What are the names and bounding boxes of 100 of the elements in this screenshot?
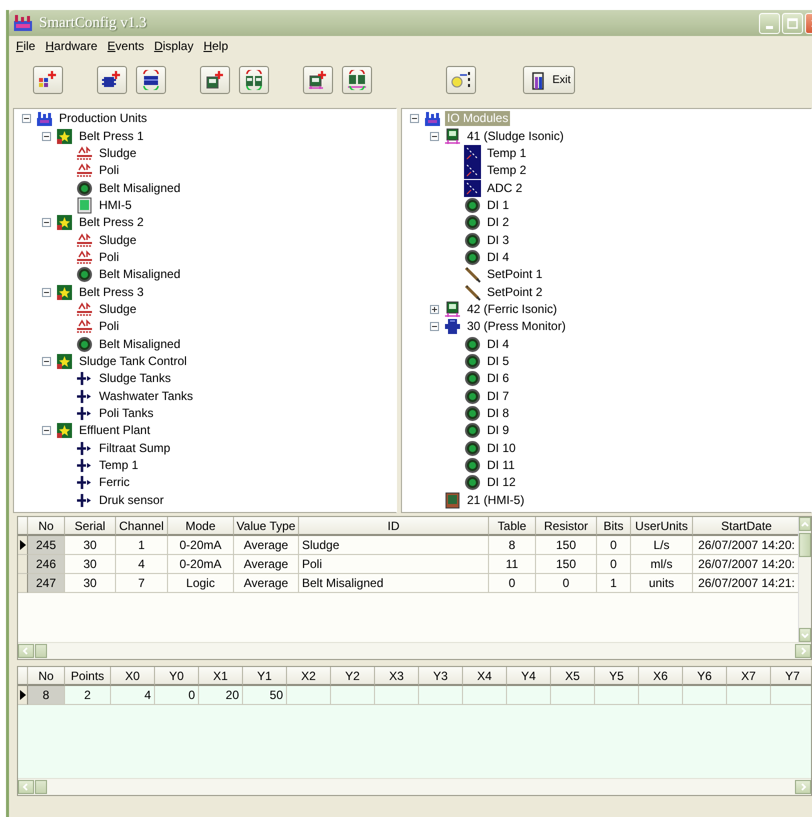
collapse-icon[interactable] — [42, 426, 51, 436]
tree-item[interactable]: Temp 2 — [485, 163, 528, 178]
add-hardware-button[interactable] — [97, 66, 127, 94]
tree-item[interactable]: DI 3 — [485, 232, 512, 248]
collapse-icon[interactable] — [42, 356, 51, 366]
tree-item[interactable]: Poli — [97, 319, 122, 334]
tree-item[interactable]: Sludge — [97, 232, 138, 248]
tree-item[interactable]: Druk sensor — [97, 492, 166, 508]
sync-module-button[interactable] — [342, 66, 372, 94]
column-header[interactable]: X1 — [199, 667, 243, 686]
tree-item[interactable]: Belt Press 3 — [77, 284, 146, 300]
collapse-icon[interactable] — [22, 114, 31, 124]
tree-item[interactable]: Washwater Tanks — [97, 388, 196, 404]
exit-button[interactable]: Exit — [523, 66, 575, 94]
column-header[interactable]: X3 — [375, 667, 419, 686]
tree-item[interactable]: Poli Tanks — [97, 406, 156, 422]
column-header[interactable]: Y0 — [155, 667, 199, 686]
column-header[interactable]: Y4 — [507, 667, 551, 686]
column-header[interactable]: X5 — [551, 667, 595, 686]
column-header[interactable]: Table — [489, 517, 536, 536]
column-header[interactable]: Mode — [168, 517, 234, 536]
tree-item[interactable]: DI 9 — [485, 423, 512, 438]
collapse-icon[interactable] — [410, 114, 419, 124]
tree-item[interactable]: DI 7 — [485, 388, 512, 404]
tree-item[interactable]: 41 (Sludge Isonic) — [465, 128, 566, 144]
column-header[interactable]: StartDate — [693, 517, 798, 536]
column-header[interactable]: Points — [65, 667, 111, 686]
column-header[interactable]: Y1 — [243, 667, 287, 686]
column-header[interactable]: Y2 — [331, 667, 375, 686]
tree-item[interactable]: ADC 2 — [485, 180, 524, 196]
tree-item[interactable]: Sludge Tanks — [97, 371, 173, 386]
tree-item[interactable]: DI 6 — [485, 371, 512, 386]
column-header[interactable]: Y3 — [419, 667, 463, 686]
column-header[interactable]: No — [28, 667, 65, 686]
column-header[interactable]: Bits — [597, 517, 631, 536]
tree-item[interactable]: Filtraat Sump — [97, 440, 172, 456]
tree-item[interactable]: Sludge — [97, 302, 138, 317]
column-header[interactable]: X0 — [111, 667, 155, 686]
tree-item[interactable]: Temp 1 — [97, 458, 140, 474]
add-module-button[interactable] — [303, 66, 333, 94]
scroll-thumb[interactable] — [35, 644, 47, 658]
menu-item[interactable]: Hardware — [40, 38, 102, 52]
column-header[interactable]: X4 — [463, 667, 507, 686]
scroll-thumb[interactable] — [799, 533, 811, 557]
tree-item[interactable]: HMI-5 — [97, 198, 134, 213]
tree-item[interactable]: Production Units — [57, 111, 150, 126]
tree-item[interactable]: Effluent Plant — [77, 423, 152, 438]
tree-item[interactable]: DI 2 — [485, 215, 512, 230]
tree-item[interactable]: DI 1 — [485, 198, 512, 213]
tree-item[interactable]: SetPoint 2 — [485, 284, 544, 300]
collapse-icon[interactable] — [42, 218, 51, 228]
scroll-thumb[interactable] — [35, 780, 47, 794]
column-header[interactable]: Serial — [65, 517, 116, 536]
tree-item[interactable]: 30 (Press Monitor) — [465, 319, 568, 334]
tree-item[interactable]: SetPoint 1 — [485, 267, 544, 282]
tree-item[interactable]: Temp 1 — [485, 146, 528, 161]
tree-item[interactable]: DI 12 — [485, 475, 518, 490]
row-header[interactable] — [18, 536, 28, 555]
collapse-icon[interactable] — [430, 132, 439, 141]
column-header[interactable]: Channel — [116, 517, 168, 536]
menu-item[interactable]: Display — [149, 38, 198, 52]
tree-item[interactable]: DI 11 — [485, 458, 517, 474]
column-header[interactable]: UserUnits — [631, 517, 693, 536]
collapse-icon[interactable] — [42, 132, 51, 141]
column-header[interactable]: X7 — [727, 667, 771, 686]
column-header[interactable]: ID — [299, 517, 489, 536]
expand-icon[interactable] — [430, 304, 439, 314]
column-header[interactable]: Y6 — [683, 667, 727, 686]
tree-item[interactable]: DI 5 — [485, 354, 512, 369]
tree-item[interactable]: Ferric — [97, 475, 132, 490]
tree-item[interactable]: Sludge Tank Control — [77, 354, 189, 369]
collapse-icon[interactable] — [430, 322, 439, 332]
column-header[interactable]: Value Type — [234, 517, 299, 536]
sync-panel-button[interactable] — [239, 66, 269, 94]
tree-item[interactable]: 21 (HMI-5) — [465, 492, 526, 508]
tree-item[interactable]: Sludge — [97, 146, 138, 161]
sync-hardware-button[interactable] — [136, 66, 166, 94]
add-panel-button[interactable] — [200, 66, 230, 94]
column-header[interactable]: No — [28, 517, 65, 536]
add-unit-button[interactable] — [33, 66, 63, 94]
wizard-button[interactable] — [446, 66, 476, 94]
tree-item[interactable]: DI 4 — [485, 250, 512, 265]
column-header[interactable]: Resistor — [536, 517, 597, 536]
tree-item[interactable]: Belt Press 1 — [77, 128, 146, 144]
tree-item[interactable]: Poli — [97, 163, 122, 178]
tree-item[interactable]: DI 8 — [485, 406, 512, 422]
column-header[interactable]: X6 — [639, 667, 683, 686]
tree-item[interactable]: Belt Misaligned — [97, 267, 182, 282]
vertical-scrollbar[interactable] — [798, 517, 811, 642]
tree-item[interactable]: Belt Misaligned — [97, 180, 182, 196]
menu-item[interactable]: File — [11, 38, 40, 52]
tree-item[interactable]: Belt Press 2 — [77, 215, 146, 230]
tree-item[interactable]: DI 10 — [485, 440, 518, 456]
collapse-icon[interactable] — [42, 288, 51, 297]
tree-item[interactable]: Poli — [97, 250, 122, 265]
row-header[interactable] — [18, 686, 28, 705]
menu-item[interactable]: Help — [198, 38, 234, 52]
column-header[interactable]: Y5 — [595, 667, 639, 686]
column-header[interactable]: X2 — [287, 667, 331, 686]
tree-item[interactable]: Belt Misaligned — [97, 336, 182, 352]
